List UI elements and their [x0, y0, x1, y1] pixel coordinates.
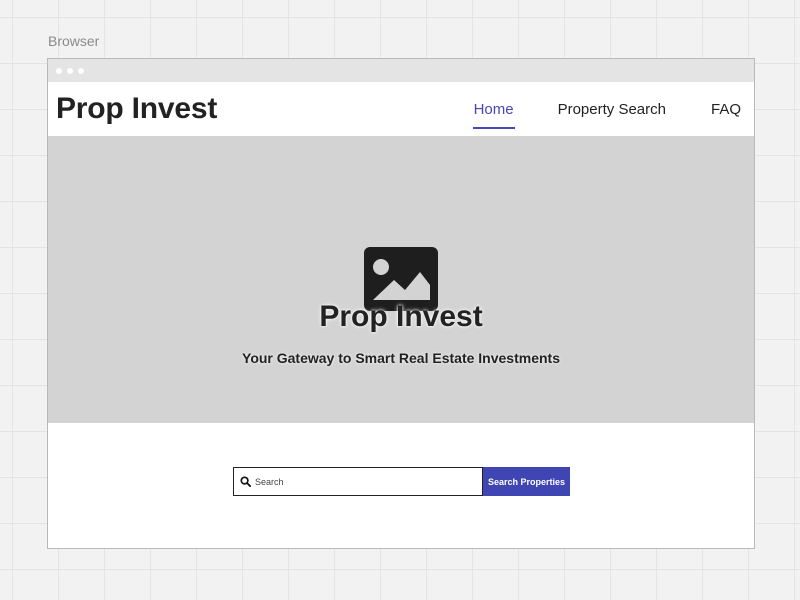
main-nav: Home Property Search FAQ [472, 82, 741, 136]
nav-link-label: Home [473, 100, 514, 118]
search-input[interactable] [255, 476, 475, 487]
nav-link-faq[interactable]: FAQ [711, 82, 741, 136]
search-section: Search Properties [48, 423, 754, 548]
site-logo[interactable]: Prop Invest [56, 92, 217, 126]
hero-title: Prop Invest [319, 300, 483, 333]
canvas-label: Browser [48, 33, 100, 49]
nav-link-property-search[interactable]: Property Search [558, 82, 666, 136]
site-header: Prop Invest Home Property Search FAQ [48, 82, 754, 136]
nav-link-label: FAQ [710, 100, 741, 118]
hero-banner: Prop Invest Your Gateway to Smart Real E… [48, 136, 754, 423]
search-properties-button[interactable]: Search Properties [483, 467, 570, 496]
window-dot-icon [56, 67, 62, 74]
search-box[interactable] [233, 467, 483, 496]
window-dot-icon [78, 67, 84, 74]
nav-link-home[interactable]: Home [472, 82, 515, 136]
nav-link-label: Property Search [557, 100, 666, 118]
window-dot-icon [67, 67, 73, 74]
browser-titlebar [48, 59, 754, 82]
search-icon [240, 476, 251, 487]
hero-subtitle: Your Gateway to Smart Real Estate Invest… [242, 350, 560, 366]
browser-window: Prop Invest Home Property Search FAQ Pro… [47, 58, 755, 549]
active-nav-indicator [472, 127, 515, 129]
